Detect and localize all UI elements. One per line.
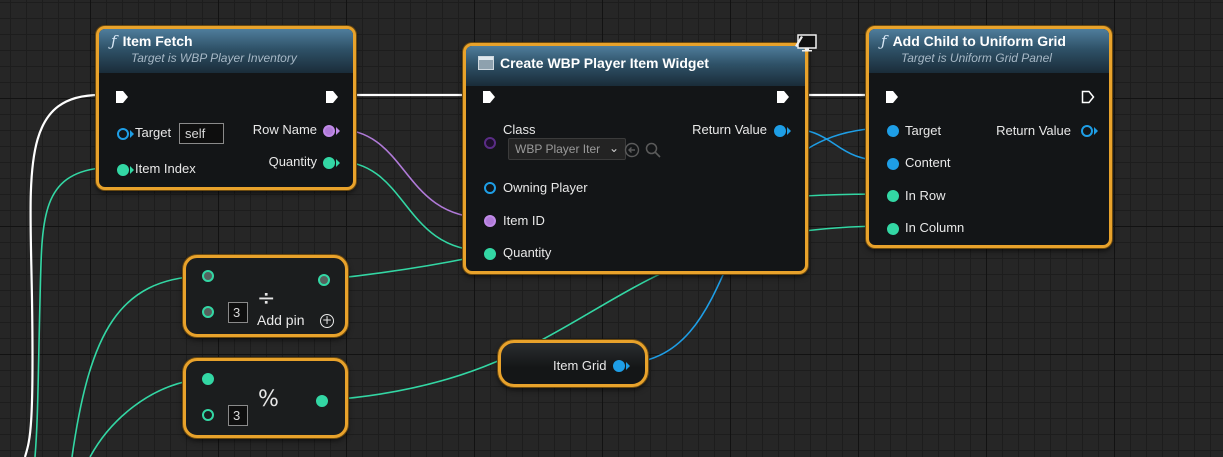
exec-out-pin[interactable]	[325, 90, 339, 104]
item-fetch-node[interactable]: ƒ Item Fetch Target is WBP Player Invent…	[96, 26, 356, 190]
in-column-label: In Column	[905, 220, 965, 235]
target-value-input[interactable]: self	[179, 123, 224, 144]
modulo-output-pin[interactable]	[316, 395, 328, 407]
return-value-label: Return Value	[692, 122, 767, 137]
function-icon: ƒ	[111, 32, 117, 50]
exec-out-pin[interactable]	[1081, 90, 1095, 104]
target-pin[interactable]	[117, 128, 129, 140]
add-child-title: Add Child to Uniform Grid	[892, 33, 1066, 49]
index-wire	[34, 167, 101, 457]
target-label: Target	[905, 123, 942, 138]
item-index-label: Item Index	[135, 161, 196, 176]
item-id-pin[interactable]	[484, 215, 496, 227]
widget-icon	[478, 56, 494, 70]
owning-player-pin[interactable]	[484, 182, 496, 194]
divide-symbol: ÷	[257, 286, 276, 311]
create-widget-node[interactable]: Create WBP Player Item Widget Class WBP …	[463, 34, 817, 274]
item-index-pin[interactable]	[117, 164, 129, 176]
return-value-pin[interactable]	[1081, 125, 1093, 137]
divide-output-pin[interactable]	[318, 274, 330, 286]
exec-in-pin[interactable]	[115, 90, 129, 104]
class-label: Class	[503, 122, 536, 137]
chevron-down-icon: ⌄	[608, 141, 619, 155]
modulo-input-b-pin[interactable]	[202, 409, 214, 421]
pin-arrow	[130, 166, 134, 174]
modulo-input-a-pin[interactable]	[202, 373, 214, 385]
return-value-pin[interactable]	[774, 125, 786, 137]
modulo-node[interactable]: 3 %	[183, 358, 348, 438]
class-dropdown[interactable]: WBP Player Iter ⌄	[508, 138, 626, 160]
return-value-label: Return Value	[996, 123, 1071, 138]
pin-arrow	[1094, 127, 1098, 135]
quantity-out-pin[interactable]	[323, 157, 335, 169]
create-widget-header[interactable]: Create WBP Player Item Widget	[466, 46, 805, 86]
browse-back-icon[interactable]	[624, 142, 640, 158]
pin-arrow	[336, 159, 340, 167]
target-label: Target	[135, 125, 172, 140]
add-child-header[interactable]: ƒ Add Child to Uniform Grid Target is Un…	[869, 29, 1109, 73]
quantity-in-label: Quantity	[503, 245, 552, 260]
row-name-label: Row Name	[252, 122, 317, 137]
add-pin-icon[interactable]: +	[320, 314, 334, 328]
in-column-pin[interactable]	[887, 223, 899, 235]
add-child-subtitle: Target is Uniform Grid Panel	[901, 51, 1052, 65]
divide-value-input[interactable]: 3	[228, 302, 248, 323]
exec-in-pin[interactable]	[482, 90, 496, 104]
item-grid-label: Item Grid	[553, 358, 607, 373]
index-to-divide	[71, 275, 201, 457]
pin-arrow	[336, 127, 340, 135]
modulo-value-input[interactable]: 3	[228, 405, 248, 426]
search-icon[interactable]	[645, 142, 661, 158]
divide-input-b-pin[interactable]	[202, 306, 214, 318]
in-row-pin[interactable]	[887, 190, 899, 202]
add-pin-label[interactable]: Add pin	[257, 312, 304, 328]
exec-out-pin[interactable]	[776, 90, 790, 104]
item-id-label: Item ID	[503, 213, 545, 228]
item-grid-pin[interactable]	[613, 360, 625, 372]
modulo-symbol: %	[258, 387, 279, 412]
row-name-pin[interactable]	[323, 125, 335, 137]
exec-in-pin[interactable]	[885, 90, 899, 104]
divide-node[interactable]: 3 ÷ Add pin +	[183, 255, 348, 337]
quantity-out-label: Quantity	[268, 154, 317, 169]
add-child-node[interactable]: ƒ Add Child to Uniform Grid Target is Un…	[866, 26, 1112, 248]
owning-player-label: Owning Player	[503, 180, 588, 195]
function-icon: ƒ	[881, 32, 887, 50]
in-row-label: In Row	[905, 188, 946, 203]
class-dropdown-value: WBP Player Iter	[515, 142, 601, 156]
content-pin[interactable]	[887, 158, 899, 170]
pin-arrow	[130, 130, 134, 138]
target-pin[interactable]	[887, 125, 899, 137]
content-label: Content	[905, 155, 951, 170]
exec-wire-in	[23, 93, 101, 457]
pin-arrow	[787, 127, 791, 135]
create-widget-title: Create WBP Player Item Widget	[500, 55, 709, 71]
item-grid-node[interactable]: Item Grid	[498, 340, 648, 387]
class-pin[interactable]	[484, 137, 496, 149]
item-fetch-title: Item Fetch	[122, 33, 193, 49]
item-fetch-header[interactable]: ƒ Item Fetch Target is WBP Player Invent…	[99, 29, 353, 73]
monitor-icon	[795, 34, 817, 52]
quantity-in-pin[interactable]	[484, 248, 496, 260]
divide-input-a-pin[interactable]	[202, 270, 214, 282]
pin-arrow	[626, 362, 630, 370]
item-fetch-subtitle: Target is WBP Player Inventory	[131, 51, 297, 65]
